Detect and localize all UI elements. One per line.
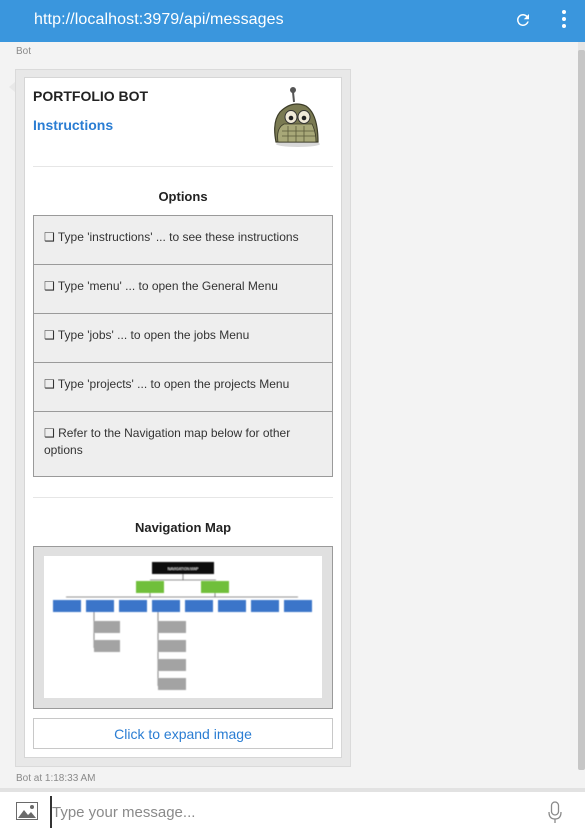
card-title: PORTFOLIO BOT [33, 88, 149, 104]
microphone-icon[interactable] [547, 801, 563, 825]
url-text: http://localhost:3979/api/messages [34, 11, 284, 28]
refresh-icon[interactable] [514, 11, 532, 29]
divider [33, 497, 333, 498]
image-upload-icon[interactable] [16, 802, 38, 820]
navigation-map-image[interactable]: NAVIGATION MAP [44, 556, 322, 698]
scrollbar[interactable] [578, 42, 585, 770]
expand-image-button[interactable]: Click to expand image [33, 718, 333, 749]
options-heading: Options [158, 189, 208, 204]
option-instructions[interactable]: ❑ Type 'instructions' ... to see these i… [33, 215, 333, 265]
card-subtitle: Instructions [33, 117, 114, 133]
more-vert-icon[interactable] [558, 10, 570, 32]
option-menu[interactable]: ❑ Type 'menu' ... to open the General Me… [33, 264, 333, 314]
message-timestamp: Bot at 1:18:33 AM [16, 773, 96, 784]
scrollbar-thumb[interactable] [578, 50, 585, 770]
address-bar: http://localhost:3979/api/messages [0, 0, 585, 42]
message-sender: Bot [16, 46, 32, 57]
option-jobs[interactable]: ❑ Type 'jobs' ... to open the jobs Menu [33, 313, 333, 363]
map-heading: Navigation Map [134, 520, 232, 535]
option-projects[interactable]: ❑ Type 'projects' ... to open the projec… [33, 362, 333, 412]
option-navigation-map[interactable]: ❑ Refer to the Navigation map below for … [33, 411, 333, 477]
divider [33, 166, 333, 167]
message-input[interactable] [52, 797, 532, 827]
map-root-label: NAVIGATION MAP [168, 567, 199, 571]
bot-logo-icon [274, 87, 320, 147]
